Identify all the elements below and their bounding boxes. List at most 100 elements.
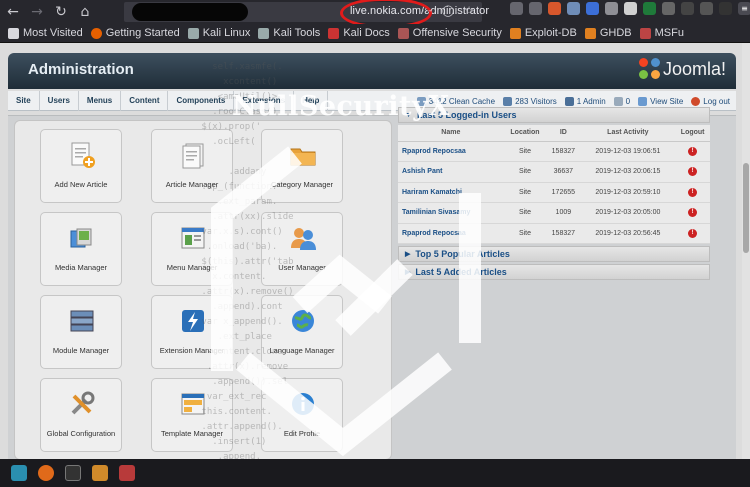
clean-cache-link[interactable]: 3412 Clean Cache: [416, 96, 495, 106]
bookmark-star-icon[interactable]: ☆: [464, 4, 474, 17]
column-header: Name: [398, 125, 504, 142]
tile-article-manager[interactable]: Article Manager: [151, 129, 233, 203]
logout-icon: [691, 96, 701, 106]
logout-user-icon[interactable]: !: [688, 146, 698, 156]
terminal-icon[interactable]: [65, 465, 81, 481]
scrollbar-thumb[interactable]: [743, 163, 749, 253]
visitors-icon: [503, 96, 513, 106]
extension-icon[interactable]: [700, 2, 713, 15]
extension-icon[interactable]: [681, 2, 694, 15]
admins-count: 1 Admin: [564, 96, 606, 106]
bookmark-msfu[interactable]: MSFu: [639, 27, 684, 39]
logout-user-icon[interactable]: !: [688, 167, 698, 177]
extension-icon[interactable]: [605, 2, 618, 15]
user-id: 172655: [546, 182, 581, 203]
expand-icon: ▶: [405, 251, 411, 258]
page-actions-icon[interactable]: ⋯: [421, 4, 432, 17]
bookmark-offensive-security[interactable]: Offensive Security: [397, 27, 502, 39]
bookmark-kali-tools[interactable]: Kali Tools: [258, 27, 320, 39]
bookmark-kali-docs[interactable]: Kali Docs: [328, 27, 390, 39]
user-location: Site: [503, 223, 547, 244]
tile-label: Article Manager: [165, 180, 219, 189]
home-icon[interactable]: ⌂: [74, 1, 96, 23]
menu-icon[interactable]: ≡: [738, 2, 750, 15]
forward-icon[interactable]: →: [26, 1, 48, 23]
view-site-link[interactable]: View Site: [638, 96, 683, 106]
extension-icon: [182, 310, 204, 332]
bookmark-getting-started[interactable]: Getting Started: [90, 27, 180, 39]
sidebar-icon[interactable]: [529, 2, 542, 15]
menu-content[interactable]: Content: [121, 90, 169, 111]
media-icon: [70, 228, 92, 248]
extension-icon[interactable]: [548, 2, 561, 15]
menu-site[interactable]: Site: [8, 90, 40, 111]
menu-help[interactable]: Help: [294, 90, 329, 111]
firefox-icon[interactable]: [38, 465, 54, 481]
user-name-link[interactable]: Ashish Pant: [398, 161, 504, 183]
mail-icon: [613, 96, 623, 106]
app-icon[interactable]: [119, 465, 135, 481]
burp-icon[interactable]: [92, 465, 108, 481]
joomla-logo: Joomla!: [638, 58, 726, 80]
library-icon[interactable]: [510, 2, 523, 15]
user-name-link[interactable]: Tamilinian Sivasamy: [398, 202, 504, 224]
files-icon[interactable]: [11, 465, 27, 481]
user-location: Site: [503, 161, 547, 183]
extension-icon[interactable]: [643, 2, 656, 15]
info-icon: [292, 393, 314, 415]
kali-icon: [187, 27, 199, 39]
column-header: Last Activity: [580, 125, 676, 142]
menu-manager-icon: [181, 227, 205, 249]
user-name-link[interactable]: Rpaprod Repocsaa: [398, 141, 504, 162]
bookmark-most-visited[interactable]: Most Visited: [8, 27, 83, 39]
extension-icon[interactable]: [662, 2, 675, 15]
tile-label: Module Manager: [52, 346, 110, 355]
messages-link[interactable]: 0: [613, 96, 630, 106]
menu-components[interactable]: Components: [168, 90, 235, 111]
url-bar[interactable]: live.nokia.com/administrator ⋯ ◯ ☆: [124, 0, 489, 28]
logout-user-icon[interactable]: !: [688, 208, 698, 218]
tile-add-new-article[interactable]: Add New Article: [40, 129, 122, 203]
admin-icon: [564, 96, 574, 106]
tile-menu-manager[interactable]: Menu Manager: [151, 212, 233, 286]
logout-user-icon[interactable]: !: [688, 228, 698, 238]
tile-label: Add New Article: [54, 180, 108, 189]
extension-icon[interactable]: [586, 2, 599, 15]
tile-user-manager[interactable]: User Manager: [261, 212, 343, 286]
tile-extension-manager[interactable]: Extension Manager: [151, 295, 233, 369]
user-name-link[interactable]: Rpaprod Repocsaa: [398, 223, 504, 244]
tile-media-manager[interactable]: Media Manager: [40, 212, 122, 286]
extension-icon[interactable]: [567, 2, 580, 15]
exploit-db-icon: [509, 27, 521, 39]
logged-in-panel-header[interactable]: ▼ Last 5 Logged-in Users: [398, 107, 710, 123]
menu-extensions[interactable]: Extensions: [234, 90, 295, 111]
logout-user-icon[interactable]: !: [688, 187, 698, 197]
view-site-icon: [638, 96, 648, 106]
pocket-icon[interactable]: ◯: [442, 4, 454, 17]
reload-icon[interactable]: ↻: [50, 1, 72, 23]
tile-module-manager[interactable]: Module Manager: [40, 295, 122, 369]
firefox-icon: [90, 27, 102, 39]
bookmark-ghdb[interactable]: GHDB: [584, 27, 632, 39]
added-articles-panel-header[interactable]: ▶ Last 5 Added Articles: [398, 264, 710, 280]
tile-edit-profile[interactable]: Edit Profile: [261, 378, 343, 452]
page-scrollbar[interactable]: [742, 43, 750, 459]
popular-articles-panel-header[interactable]: ▶ Top 5 Popular Articles: [398, 246, 710, 262]
last-activity: 2019-12-03 20:06:15: [580, 161, 676, 183]
tile-label: Global Configuration: [46, 429, 116, 438]
extension-icon[interactable]: [719, 2, 732, 15]
back-icon[interactable]: ←: [2, 1, 24, 23]
menu-users[interactable]: Users: [40, 90, 79, 111]
bookmark-exploit-db[interactable]: Exploit-DB: [509, 27, 577, 39]
extension-icon[interactable]: [624, 2, 637, 15]
tile-category-manager[interactable]: Category Manager: [261, 129, 343, 203]
tile-template-manager[interactable]: Template Manager: [151, 378, 233, 452]
module-icon: [70, 310, 94, 332]
bookmark-kali-linux[interactable]: Kali Linux: [187, 27, 250, 39]
logout-link[interactable]: Log out: [691, 96, 730, 106]
tile-language-manager[interactable]: Language Manager: [261, 295, 343, 369]
tile-label: User Manager: [278, 263, 326, 272]
menu-menus[interactable]: Menus: [79, 90, 122, 111]
user-name-link[interactable]: Hariram Kamatchi: [398, 182, 504, 203]
tile-global-configuration[interactable]: Global Configuration: [40, 378, 122, 452]
